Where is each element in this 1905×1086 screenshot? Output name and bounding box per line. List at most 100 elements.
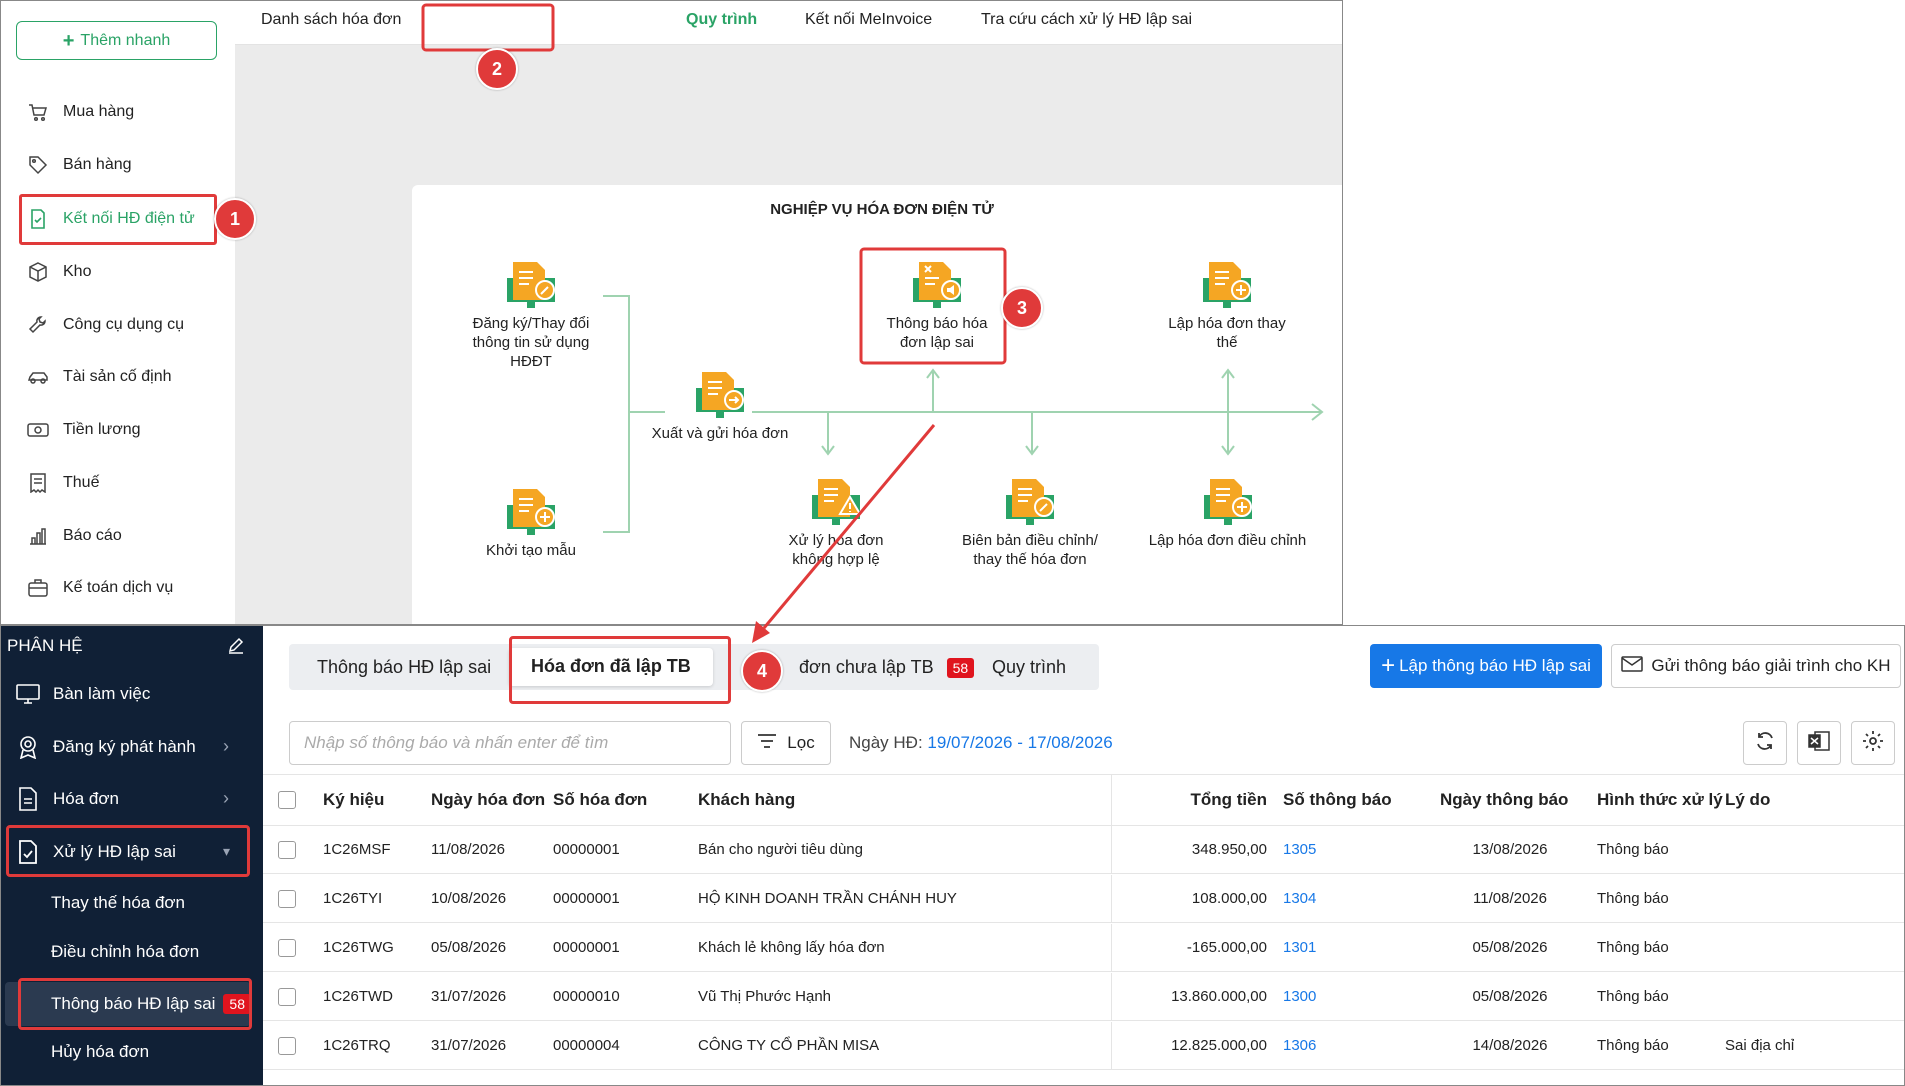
excel-export-button[interactable] [1797, 721, 1841, 765]
module-title: PHÂN HỆ [7, 636, 83, 655]
node-template[interactable]: Khởi tạo mẫu [466, 487, 596, 560]
cell-ngay-hoa-don: 05/08/2026 [431, 924, 506, 971]
node-adjust[interactable]: Lập hóa đơn điều chỉnh [1130, 477, 1325, 550]
cell-so-thong-bao[interactable]: 1301 [1283, 924, 1316, 971]
table-header: Ký hiệu Ngày hóa đơn Số hóa đơn Khách hà… [263, 774, 1904, 826]
tab-tra-cuu[interactable]: Tra cứu cách xử lý HĐ lập sai [981, 11, 1192, 29]
cell-tong-tien: 13.860.000,00 [1113, 973, 1267, 1020]
nav-item-bao-cao[interactable]: Báo cáo [27, 521, 122, 551]
col-ly-do[interactable]: Lý do [1725, 775, 1770, 825]
table-row[interactable]: 1C26TWG 05/08/2026 00000001 Khách lẻ không … [263, 924, 1904, 972]
cell-ky-hieu-text: 1C26TYI [323, 890, 383, 907]
col-tong-tien[interactable]: Tổng tiền [1113, 775, 1267, 825]
nav-item-cong-cu[interactable]: Công cụ dụng cụ [27, 310, 184, 340]
row-checkbox[interactable] [277, 924, 297, 971]
tab-quy-trinh-bottom[interactable]: Quy trình [992, 657, 1066, 678]
document-send-icon [696, 372, 744, 418]
mail-icon [1621, 655, 1644, 678]
cell-khach-hang-text: HỘ KINH DOANH TRẦN CHÁNH HUY [698, 890, 957, 907]
tab-thong-bao-hd[interactable]: Thông báo HĐ lập sai [317, 657, 491, 678]
tab-chua-lap[interactable]: đơn chưa lập TB 58 [799, 657, 975, 678]
top-sidebar: + Thêm nhanh Mua hàng Bán hàng Kết nối H… [1, 1, 235, 624]
subnav-thay-the[interactable]: Thay thế hóa đơn [51, 893, 185, 913]
tab-quy-trinh[interactable]: Quy trình [686, 11, 757, 29]
cell-so-thong-bao-text[interactable]: 1300 [1283, 988, 1316, 1005]
cell-hinh-thuc: Thông báo [1597, 826, 1669, 873]
refresh-button[interactable] [1743, 721, 1787, 765]
document-add-icon [1203, 262, 1251, 308]
row-checkbox[interactable] [277, 875, 297, 922]
nav-item-tai-san[interactable]: Tài sản cố định [27, 362, 172, 392]
col-ngay-thong-bao[interactable]: Ngày thông báo [1440, 775, 1568, 825]
nav-item-kho[interactable]: Kho [27, 257, 91, 287]
col-hinh-thuc[interactable]: Hình thức xử lý [1597, 775, 1723, 825]
edit-icon[interactable] [227, 636, 245, 659]
quick-add-label: Thêm nhanh [80, 31, 171, 49]
row-checkbox[interactable] [277, 973, 297, 1020]
tag-icon [27, 154, 49, 176]
tab-ket-noi-meinvoice[interactable]: Kết nối MeInvoice [805, 11, 932, 29]
cell-so-thong-bao-text[interactable]: 1301 [1283, 939, 1316, 956]
count-badge: 58 [946, 658, 975, 678]
nav-label: Công cụ dụng cụ [63, 316, 184, 333]
cell-khach-hang-text: Bán cho người tiêu dùng [698, 841, 863, 858]
row-checkbox[interactable] [277, 826, 297, 873]
settings-button[interactable] [1851, 721, 1895, 765]
cell-so-thong-bao[interactable]: 1306 [1283, 1022, 1316, 1069]
bnav-hoa-don[interactable]: Hóa đơn › [15, 784, 229, 814]
node-issue[interactable]: Xuất và gửi hóa đơn [640, 370, 800, 443]
col-ky-hieu[interactable]: Ký hiệu [323, 775, 384, 825]
send-explanation-button[interactable]: Gửi thông báo giải trình cho KH [1611, 644, 1901, 688]
main-content: Thông báo HĐ lập sai Hóa đơn đã lập TB đ… [263, 626, 1904, 1085]
node-minutes[interactable]: Biên bản điều chỉnh/ thay thế hóa đơn [950, 477, 1110, 569]
subnav-dieu-chinh[interactable]: Điều chỉnh hóa đơn [51, 942, 199, 962]
search-input[interactable]: Nhập số thông báo và nhấn enter để tìm [289, 721, 731, 765]
table-row[interactable]: 1C26TRQ 31/07/2026 00000004 CÔNG TY CỔ PHẦN… [263, 1022, 1904, 1070]
node-notify-wrong[interactable]: Thông báo hóa đơn lập sai [872, 260, 1002, 352]
cell-hinh-thuc-text: Thông báo [1597, 939, 1669, 956]
filter-button[interactable]: Lọc [741, 721, 831, 765]
cell-so-thong-bao-text[interactable]: 1305 [1283, 841, 1316, 858]
quick-add-button[interactable]: + Thêm nhanh [16, 21, 217, 60]
refresh-icon [1754, 730, 1776, 757]
cell-khach-hang: HỘ KINH DOANH TRẦN CHÁNH HUY [698, 875, 957, 922]
create-notice-button[interactable]: + Lập thông báo HĐ lập sai [1370, 644, 1602, 688]
cell-hinh-thuc-text: Thông báo [1597, 841, 1669, 858]
cell-so-thong-bao[interactable]: 1304 [1283, 875, 1316, 922]
nav-item-tien-luong[interactable]: Tiền lương [27, 415, 141, 445]
cell-ngay-hoa-don-text: 31/07/2026 [431, 1037, 507, 1054]
date-label: Ngày HĐ: [849, 733, 923, 752]
node-register[interactable]: Đăng ký/Thay đổi thông tin sử dụng HĐĐT [466, 260, 596, 371]
table-row[interactable]: 1C26TWD 31/07/2026 00000010 Vũ Thị Phước Hạ… [263, 973, 1904, 1021]
award-icon [15, 734, 41, 760]
node-invalid[interactable]: Xử lý hóa đơn không hợp lệ [776, 477, 896, 569]
create-notice-label: Lập thông báo HĐ lập sai [1399, 656, 1591, 675]
cell-so-thong-bao-text[interactable]: 1306 [1283, 1037, 1316, 1054]
table-row[interactable]: 1C26TYI 10/08/2026 00000001 HỘ KINH DOANH T… [263, 875, 1904, 923]
subnav-huy[interactable]: Hủy hóa đơn [51, 1042, 149, 1062]
cell-so-thong-bao[interactable]: 1305 [1283, 826, 1316, 873]
cell-so-thong-bao-text[interactable]: 1304 [1283, 890, 1316, 907]
col-so-thong-bao[interactable]: Số thông báo [1283, 775, 1392, 825]
bnav-label: Đăng ký phát hành [53, 737, 196, 756]
bnav-dang-ky[interactable]: Đăng ký phát hành › [15, 732, 229, 762]
nav-item-mua-hang[interactable]: Mua hàng [27, 97, 134, 127]
cell-so-thong-bao[interactable]: 1300 [1283, 973, 1316, 1020]
step-badge-3: 3 [1001, 287, 1043, 329]
tab-danh-sach[interactable]: Danh sách hóa đơn [261, 11, 401, 29]
col-khach-hang[interactable]: Khách hàng [698, 775, 795, 825]
col-so-hoa-don[interactable]: Số hóa đơn [553, 775, 647, 825]
select-all-checkbox[interactable] [277, 775, 297, 825]
bnav-ban-lam-viec[interactable]: Bàn làm việc [15, 679, 150, 709]
cell-ngay-hoa-don-text: 05/08/2026 [431, 939, 507, 956]
cell-so-hoa-don-text: 00000004 [553, 1037, 620, 1054]
row-checkbox[interactable] [277, 1022, 297, 1069]
nav-item-thue[interactable]: Thuế [27, 468, 99, 498]
date-range[interactable]: Ngày HĐ: 19/07/2026 - 17/08/2026 [849, 733, 1113, 753]
nav-item-ban-hang[interactable]: Bán hàng [27, 150, 132, 180]
table-row[interactable]: 1C26MSF 11/08/2026 00000001 Bán cho người t… [263, 826, 1904, 874]
nav-item-ke-toan-dv[interactable]: Kế toán dịch vụ [27, 573, 173, 603]
node-replace[interactable]: Lập hóa đơn thay thế [1167, 260, 1287, 352]
col-ngay-hoa-don[interactable]: Ngày hóa đơn [431, 775, 545, 825]
nav-label: Thuế [63, 474, 100, 491]
